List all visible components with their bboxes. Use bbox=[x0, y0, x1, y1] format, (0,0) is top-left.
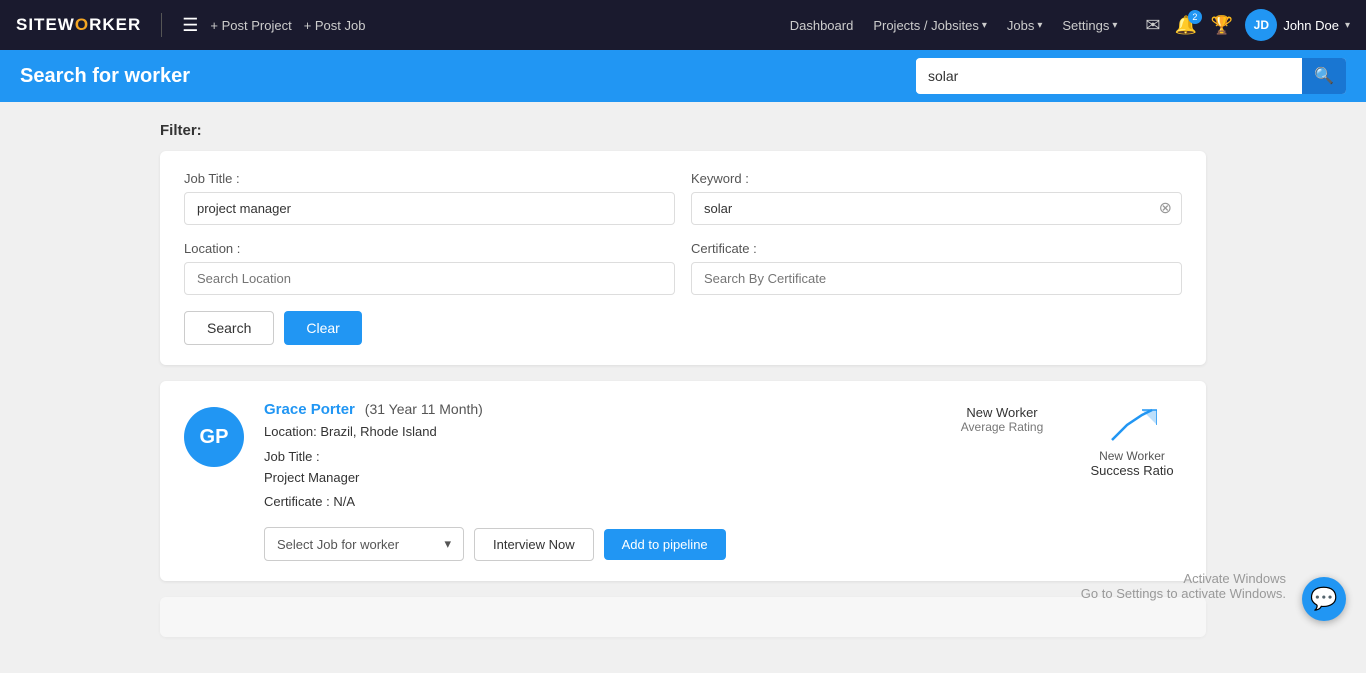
nav-settings[interactable]: Settings ▾ bbox=[1054, 14, 1125, 37]
clear-button[interactable]: Clear bbox=[284, 311, 361, 345]
notification-badge: 2 bbox=[1188, 10, 1202, 24]
filter-card: Job Title : Keyword : ⊗ Location : Certi… bbox=[160, 151, 1206, 365]
worker-card-2 bbox=[160, 597, 1206, 637]
worker-name[interactable]: Grace Porter bbox=[264, 401, 355, 418]
menu-icon[interactable]: ☰ bbox=[182, 15, 198, 36]
keyword-input[interactable] bbox=[691, 192, 1182, 225]
user-chevron-icon: ▾ bbox=[1345, 20, 1350, 31]
worker-avatar: GP bbox=[184, 407, 244, 467]
search-button[interactable]: Search bbox=[184, 311, 274, 345]
filter-label: Filter: bbox=[160, 122, 1206, 139]
projects-chevron-icon: ▾ bbox=[982, 20, 987, 31]
navbar: SITEWORKER ☰ + Post Project + Post Job D… bbox=[0, 0, 1366, 50]
worker-chart: New Worker Success Ratio bbox=[1082, 405, 1182, 478]
keyword-clear-icon[interactable]: ⊗ bbox=[1159, 201, 1172, 217]
job-title-field: Job Title : bbox=[184, 171, 675, 225]
header-search-input[interactable] bbox=[916, 60, 1302, 92]
certificate-field: Certificate : bbox=[691, 241, 1182, 295]
interview-now-button[interactable]: Interview Now bbox=[474, 528, 594, 561]
nav-dashboard[interactable]: Dashboard bbox=[782, 14, 862, 37]
location-label: Location : bbox=[184, 241, 675, 256]
post-project-link[interactable]: + Post Project bbox=[210, 18, 291, 33]
header-search-box: 🔍 bbox=[916, 58, 1346, 94]
chart-sublabel: Success Ratio bbox=[1090, 463, 1173, 478]
certificate-input[interactable] bbox=[691, 262, 1182, 295]
logo-text: SITEWORKER bbox=[16, 15, 141, 35]
nav-links: Dashboard Projects / Jobsites ▾ Jobs ▾ S… bbox=[782, 14, 1126, 37]
keyword-wrapper: ⊗ bbox=[691, 192, 1182, 225]
keyword-label: Keyword : bbox=[691, 171, 1182, 186]
main-content: Filter: Job Title : Keyword : ⊗ Location… bbox=[0, 102, 1366, 673]
worker-age: (31 Year 11 Month) bbox=[365, 401, 483, 417]
worker-rating: New Worker Average Rating bbox=[942, 405, 1062, 434]
mail-icon[interactable]: ✉ bbox=[1145, 15, 1160, 36]
filter-actions: Search Clear bbox=[184, 311, 1182, 345]
post-job-link[interactable]: + Post Job bbox=[304, 18, 366, 33]
worker-name-row: Grace Porter (31 Year 11 Month) bbox=[264, 401, 922, 418]
brand-logo[interactable]: SITEWORKER bbox=[16, 15, 141, 35]
worker-certificate: Certificate : N/A bbox=[264, 492, 922, 513]
nav-projects[interactable]: Projects / Jobsites ▾ bbox=[865, 14, 995, 37]
dropdown-chevron-icon: ▾ bbox=[444, 536, 451, 552]
header-search-button[interactable]: 🔍 bbox=[1302, 58, 1346, 94]
rating-label: New Worker bbox=[966, 405, 1037, 420]
jobs-chevron-icon: ▾ bbox=[1037, 20, 1042, 31]
rating-sub: Average Rating bbox=[961, 420, 1044, 434]
chat-button[interactable]: 💬 bbox=[1302, 577, 1346, 621]
worker-actions: Select Job for worker ▾ Interview Now Ad… bbox=[264, 527, 922, 561]
header-bar: Search for worker 🔍 bbox=[0, 50, 1366, 102]
location-field: Location : bbox=[184, 241, 675, 295]
chart-icon bbox=[1107, 405, 1157, 445]
filter-row-1: Job Title : Keyword : ⊗ bbox=[184, 171, 1182, 225]
nav-icons: ✉ 🔔 2 🏆 bbox=[1145, 15, 1233, 36]
add-to-pipeline-button[interactable]: Add to pipeline bbox=[604, 529, 726, 560]
worker-job-title: Job Title : Project Manager bbox=[264, 447, 922, 489]
worker-card: GP Grace Porter (31 Year 11 Month) Locat… bbox=[160, 381, 1206, 581]
worker-location: Location: Brazil, Rhode Island bbox=[264, 422, 922, 443]
location-input[interactable] bbox=[184, 262, 675, 295]
filter-row-2: Location : Certificate : bbox=[184, 241, 1182, 295]
avatar: JD bbox=[1245, 9, 1277, 41]
nav-divider bbox=[161, 13, 162, 37]
settings-chevron-icon: ▾ bbox=[1112, 20, 1117, 31]
keyword-field: Keyword : ⊗ bbox=[691, 171, 1182, 225]
nav-jobs[interactable]: Jobs ▾ bbox=[999, 14, 1051, 37]
worker-info: Grace Porter (31 Year 11 Month) Location… bbox=[264, 401, 922, 561]
page-title: Search for worker bbox=[20, 65, 916, 88]
user-menu[interactable]: JD John Doe ▾ bbox=[1245, 9, 1350, 41]
username-label: John Doe bbox=[1283, 18, 1339, 33]
job-title-input[interactable] bbox=[184, 192, 675, 225]
job-title-label: Job Title : bbox=[184, 171, 675, 186]
trophy-icon[interactable]: 🏆 bbox=[1211, 15, 1233, 36]
notification-icon[interactable]: 🔔 2 bbox=[1174, 15, 1196, 36]
chart-label: New Worker bbox=[1099, 449, 1165, 463]
certificate-label: Certificate : bbox=[691, 241, 1182, 256]
select-job-dropdown[interactable]: Select Job for worker ▾ bbox=[264, 527, 464, 561]
